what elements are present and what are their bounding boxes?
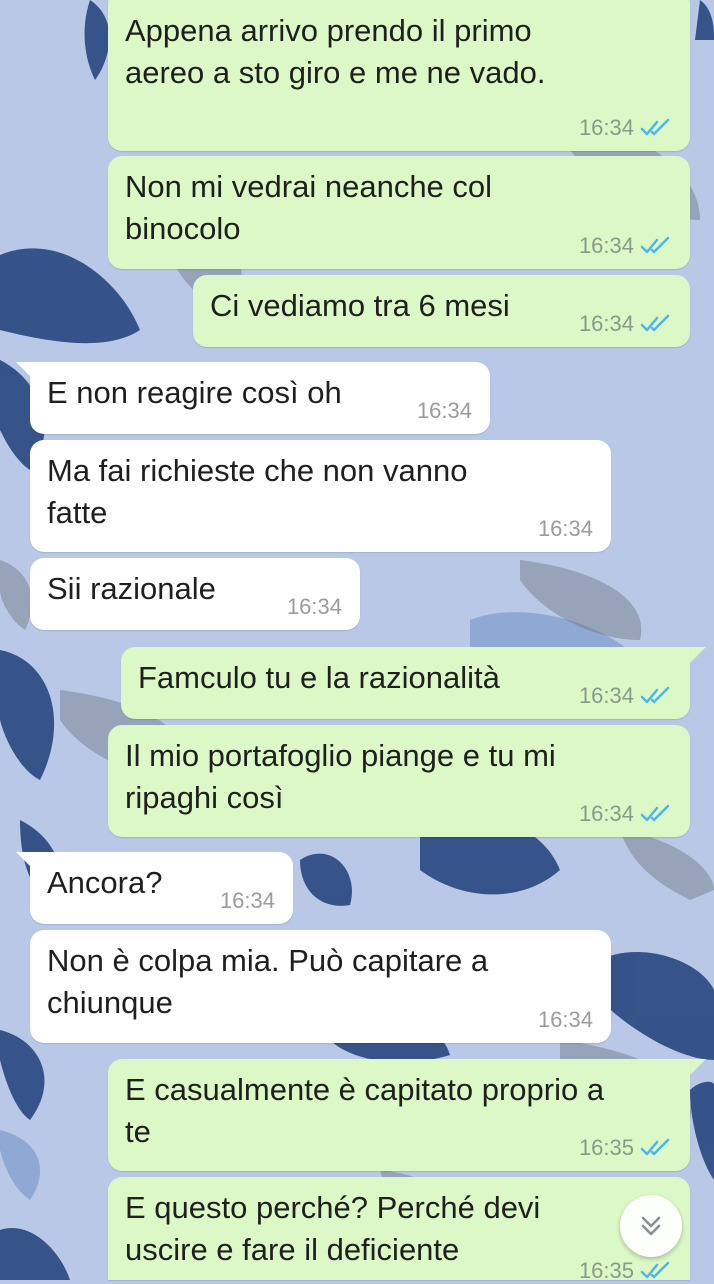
message-text: Sii razionale <box>47 571 216 606</box>
message-text: Ancora? <box>47 865 163 900</box>
message-bubble-outgoing[interactable]: Ci vediamo tra 6 mesi 16:34 <box>193 275 690 347</box>
message-text: Non mi vedrai neanche col binocolo <box>125 169 493 246</box>
message-meta: 16:34 <box>538 516 593 542</box>
message-time: 16:34 <box>578 801 634 826</box>
read-ticks-icon <box>640 314 670 332</box>
message-meta: 16:34 <box>417 398 472 424</box>
message-time: 16:35 <box>578 1258 634 1283</box>
read-ticks-icon <box>640 804 670 822</box>
message-meta: 16:34 <box>579 801 672 827</box>
message-text: Il mio portafoglio piange e tu mi ripagh… <box>125 738 556 815</box>
message-bubble-incoming[interactable]: E non reagire così oh 16:34 <box>30 362 490 434</box>
read-ticks-icon <box>640 118 670 136</box>
message-text: E non reagire così oh <box>47 375 342 410</box>
read-ticks-icon <box>640 236 670 254</box>
message-bubble-outgoing[interactable]: Appena arrivo prendo il primo aereo a st… <box>108 0 690 151</box>
read-ticks-icon <box>640 1138 670 1156</box>
message-text: Famculo tu e la razionalità <box>138 660 500 695</box>
message-time: 16:34 <box>578 233 634 258</box>
message-meta: 16:34 <box>579 115 672 141</box>
message-meta: 16:35 <box>579 1258 672 1284</box>
message-time: 16:34 <box>578 683 634 708</box>
message-bubble-incoming[interactable]: Non è colpa mia. Può capitare a chiunque… <box>30 930 611 1043</box>
message-bubble-outgoing[interactable]: Non mi vedrai neanche col binocolo 16:34 <box>108 156 690 269</box>
message-time: 16:34 <box>219 888 275 913</box>
message-bubble-outgoing[interactable]: Il mio portafoglio piange e tu mi ripagh… <box>108 725 690 837</box>
message-time: 16:34 <box>578 311 634 336</box>
message-time: 16:34 <box>286 594 342 619</box>
scroll-to-bottom-button[interactable] <box>620 1195 682 1257</box>
message-meta: 16:34 <box>579 311 672 337</box>
message-bubble-incoming[interactable]: Sii razionale 16:34 <box>30 558 360 630</box>
message-time: 16:34 <box>578 115 634 140</box>
read-ticks-icon <box>640 686 670 704</box>
message-meta: 16:34 <box>579 233 672 259</box>
message-text: Non è colpa mia. Può capitare a chiunque <box>47 943 489 1020</box>
message-bubble-incoming[interactable]: Ancora? 16:34 <box>30 852 293 924</box>
message-text: Ma fai richieste che non vanno fatte <box>47 453 468 530</box>
read-ticks-icon <box>640 1261 670 1279</box>
message-meta: 16:34 <box>287 594 342 620</box>
message-meta: 16:34 <box>538 1007 593 1033</box>
message-time: 16:34 <box>537 1007 593 1032</box>
message-time: 16:34 <box>416 398 472 423</box>
chevron-double-down-icon <box>641 1216 661 1236</box>
message-text: Appena arrivo prendo il primo aereo a st… <box>125 13 546 90</box>
message-bubble-outgoing[interactable]: Famculo tu e la razionalità 16:34 <box>121 647 690 719</box>
message-meta: 16:35 <box>579 1135 672 1161</box>
message-bubble-outgoing[interactable]: E casualmente è capitato proprio a te 16… <box>108 1059 690 1171</box>
message-text: Ci vediamo tra 6 mesi <box>210 288 510 323</box>
message-bubble-incoming[interactable]: Ma fai richieste che non vanno fatte 16:… <box>30 440 611 552</box>
message-text: E questo perché? Perché devi uscire e fa… <box>125 1190 541 1267</box>
message-time: 16:35 <box>578 1135 634 1160</box>
message-meta: 16:34 <box>220 888 275 914</box>
message-time: 16:34 <box>537 516 593 541</box>
message-meta: 16:34 <box>579 683 672 709</box>
message-text: E casualmente è capitato proprio a te <box>125 1072 605 1149</box>
message-bubble-outgoing[interactable]: E questo perché? Perché devi uscire e fa… <box>108 1177 690 1283</box>
